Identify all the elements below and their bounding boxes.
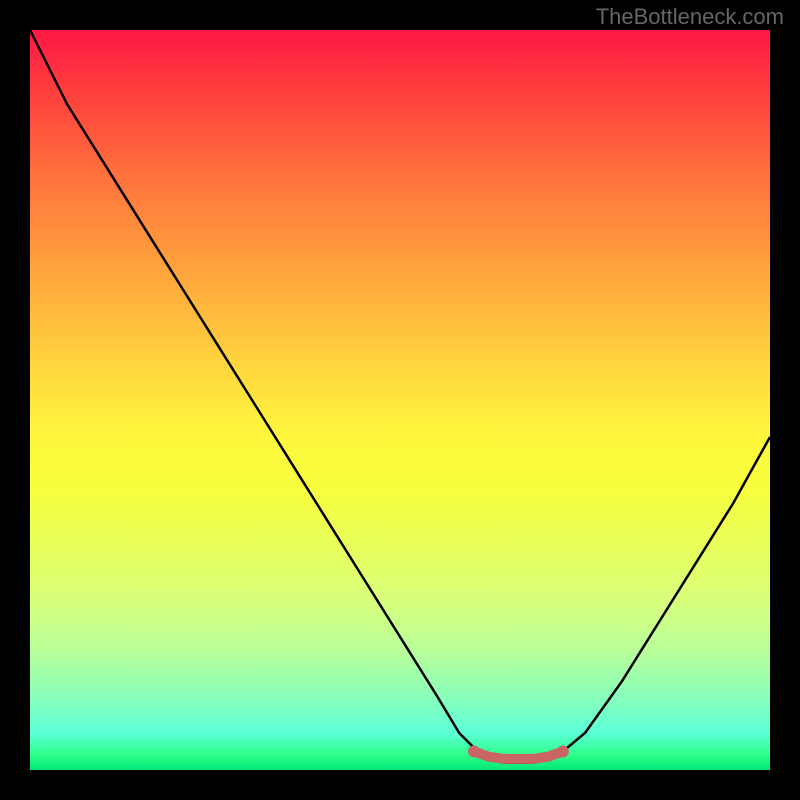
bottleneck-curve (30, 30, 770, 763)
chart-svg (30, 30, 770, 770)
chart-plot-area (30, 30, 770, 770)
optimal-region-marker (468, 746, 569, 759)
watermark-text: TheBottleneck.com (596, 4, 784, 30)
